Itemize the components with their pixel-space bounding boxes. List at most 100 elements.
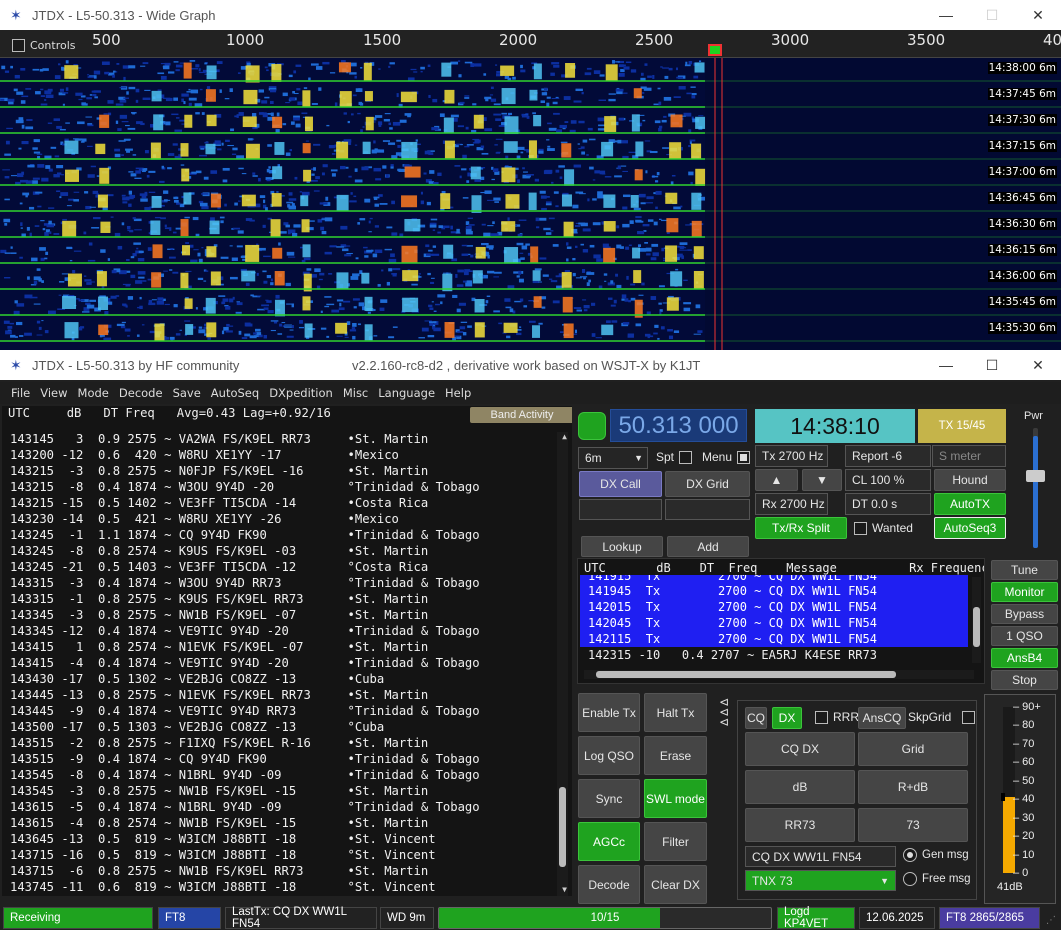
erase-button[interactable]: Erase — [644, 736, 707, 775]
decode-row[interactable]: 143545 -3 0.8 2575 ~ NW1B FS/K9EL -15 •S… — [10, 783, 480, 799]
decode-row[interactable]: 143445 -13 0.8 2575 ~ N1EVK FS/K9EL RR73… — [10, 687, 480, 703]
73-button[interactable]: 73 — [858, 808, 968, 842]
cq-button[interactable]: CQ — [745, 707, 767, 729]
enable-tx-button[interactable]: Enable Tx — [578, 693, 640, 732]
dx-button[interactable]: DX — [772, 707, 802, 729]
free-msg-radio[interactable]: Free msg — [903, 872, 971, 886]
add-button[interactable]: Add — [667, 536, 749, 557]
scroll-down-icon[interactable]: ▼ — [562, 885, 567, 894]
stop-button[interactable]: Stop — [991, 670, 1058, 690]
halt-tx-button[interactable]: Halt Tx — [644, 693, 707, 732]
menu-file[interactable]: File — [6, 386, 35, 400]
tx-frequency-marker[interactable] — [708, 44, 722, 56]
menu-mode[interactable]: Mode — [73, 386, 114, 400]
scrollbar-thumb[interactable] — [559, 787, 566, 867]
dx-call-button[interactable]: DX Call — [579, 471, 662, 497]
anscq-button[interactable]: AnsCQ — [858, 707, 906, 729]
r-db-button[interactable]: R+dB — [858, 770, 968, 804]
dial-frequency[interactable]: 50.313 000 — [610, 409, 747, 442]
menu-dxpedition[interactable]: DXpedition — [264, 386, 338, 400]
free-msg-select[interactable]: TNX 73 ▼ — [745, 870, 896, 891]
scroll-up-icon[interactable]: ▲ — [562, 432, 567, 441]
decode-row[interactable]: 143200 -12 0.6 420 ~ W8RU XE1YY -17 •Mex… — [10, 447, 480, 463]
band-activity-button[interactable]: Band Activity — [470, 407, 572, 423]
controls-checkbox[interactable] — [12, 39, 25, 52]
list-item[interactable]: 142315 -10 0.4 2707 ~ EA5RJ K4ESE RR73 — [580, 647, 968, 663]
clear-dx-button[interactable]: Clear DX — [644, 865, 707, 904]
bypass-button[interactable]: Bypass — [991, 604, 1058, 624]
menu-language[interactable]: Language — [373, 386, 440, 400]
report-field[interactable]: Report -6 — [845, 445, 931, 467]
menu-misc[interactable]: Misc — [338, 386, 373, 400]
hound-button[interactable]: Hound — [934, 469, 1006, 491]
dt-field[interactable]: DT 0.0 s — [845, 493, 931, 515]
tx-rx-split-button[interactable]: Tx/Rx Split — [755, 517, 847, 539]
list-item[interactable]: 142045 Tx 2700 ~ CQ DX WW1L FN54 — [580, 615, 968, 631]
power-slider[interactable] — [1026, 428, 1045, 548]
filter-button[interactable]: Filter — [644, 822, 707, 861]
menu-decode[interactable]: Decode — [114, 386, 168, 400]
menu-toggle[interactable]: Menu — [702, 450, 751, 464]
decode-row[interactable]: 143645 -13 0.5 819 ~ W3ICM J88BTI -18 •S… — [10, 831, 480, 847]
close-icon[interactable]: ✕ — [1015, 350, 1061, 380]
dx-call-input[interactable] — [579, 499, 662, 520]
skpgrid-toggle[interactable]: SkpGrid — [908, 710, 976, 724]
menu-autoseq[interactable]: AutoSeq — [206, 386, 264, 400]
tx-freq-down-button[interactable]: ▼ — [802, 469, 842, 491]
decode-row[interactable]: 143615 -5 0.4 1874 ~ N1BRL 9Y4D -09 °Tri… — [10, 799, 480, 815]
hscrollbar[interactable] — [584, 670, 974, 679]
decode-row[interactable]: 143515 -2 0.8 2575 ~ F1IXQ FS/K9EL R-16 … — [10, 735, 480, 751]
list-item[interactable]: 141945 Tx 2700 ~ CQ DX WW1L FN54 — [580, 583, 968, 599]
decode-row[interactable]: 143230 -14 0.5 421 ~ W8RU XE1YY -26 •Mex… — [10, 511, 480, 527]
decode-row[interactable]: 143415 1 0.8 2574 ~ N1EVK FS/K9EL -07 •S… — [10, 639, 480, 655]
dx-grid-input[interactable] — [665, 499, 750, 520]
db-button[interactable]: dB — [745, 770, 855, 804]
power-slider-handle[interactable] — [1026, 470, 1045, 482]
decode-row[interactable]: 143345 -3 0.8 2575 ~ NW1B FS/K9EL -07 •S… — [10, 607, 480, 623]
decode-row[interactable]: 143615 -4 0.8 2574 ~ NW1B FS/K9EL -15 •S… — [10, 815, 480, 831]
dx-grid-button[interactable]: DX Grid — [665, 471, 750, 497]
autoseq3-button[interactable]: AutoSeq3 — [934, 517, 1006, 539]
close-icon[interactable]: ✕ — [1015, 0, 1061, 30]
minimize-icon[interactable]: — — [923, 0, 969, 30]
one-qso-button[interactable]: 1 QSO — [991, 626, 1058, 646]
sync-button[interactable]: Sync — [578, 779, 640, 818]
resize-grip-icon[interactable]: ⋰ — [1046, 915, 1056, 926]
menu-checkbox[interactable] — [737, 450, 751, 464]
free-msg-radio-icon[interactable] — [903, 872, 917, 886]
tx-slot-button[interactable]: TX 15/45 — [918, 409, 1006, 443]
decode-row[interactable]: 143430 -17 0.5 1302 ~ VE2BJG CO8ZZ -13 •… — [10, 671, 480, 687]
decode-row[interactable]: 143745 -11 0.6 819 ~ W3ICM J88BTI -18 °S… — [10, 879, 480, 895]
decode-row[interactable]: 143545 -8 0.4 1874 ~ N1BRL 9Y4D -09 •Tri… — [10, 767, 480, 783]
maximize-icon[interactable]: ☐ — [969, 0, 1015, 30]
decode-row[interactable]: 143215 -8 0.4 1874 ~ W3OU 9Y4D -20 °Trin… — [10, 479, 480, 495]
minimize-icon[interactable]: — — [923, 350, 969, 380]
skpgrid-checkbox[interactable] — [962, 710, 976, 724]
menu-help[interactable]: Help — [440, 386, 476, 400]
agcc-button[interactable]: AGCc — [578, 822, 640, 861]
decode-row[interactable]: 143445 -9 0.4 1874 ~ VE9TIC 9Y4D RR73 °T… — [10, 703, 480, 719]
decode-row[interactable]: 143245 -1 1.1 1874 ~ CQ 9Y4D FK90 •Trini… — [10, 527, 480, 543]
log-qso-button[interactable]: Log QSO — [578, 736, 640, 775]
tx-frequency-field[interactable]: Tx 2700 Hz — [755, 445, 828, 467]
menu-save[interactable]: Save — [168, 386, 206, 400]
band-select[interactable]: 6m ▼ — [578, 447, 648, 469]
cq-dx-button[interactable]: CQ DX — [745, 732, 855, 766]
decode-row[interactable]: 143245 -21 0.5 1403 ~ VE3FF TI5CDA -12 °… — [10, 559, 480, 575]
list-item[interactable]: 142115 Tx 2700 ~ CQ DX WW1L FN54 — [580, 631, 968, 647]
collapse-arrows-icon[interactable]: ⊲ ⊲ ⊲ — [713, 696, 735, 728]
wanted-toggle[interactable]: Wanted — [854, 521, 913, 535]
band-activity-list[interactable]: UTC dB DT Freq Avg=0.43 Lag=+0.92/16 Ban… — [2, 406, 572, 896]
waterfall[interactable]: 14:38:00 6m 14:37:45 6m 14:37:30 6m 14:37:1… — [0, 58, 1061, 350]
decode-row[interactable]: 143345 -12 0.4 1874 ~ VE9TIC 9Y4D -20 •T… — [10, 623, 480, 639]
rx-frequency-list[interactable]: UTC dB DT Freq Message Rx Frequency 1419… — [577, 558, 985, 684]
decode-row[interactable]: 143715 -16 0.5 819 ~ W3ICM J88BTI -18 °S… — [10, 847, 480, 863]
decode-scrollbar[interactable] — [557, 432, 568, 896]
decode-row[interactable]: 143315 -1 0.8 2575 ~ K9US FS/K9EL RR73 •… — [10, 591, 480, 607]
decode-row[interactable]: 143715 -6 0.8 2575 ~ NW1B FS/K9EL RR73 •… — [10, 863, 480, 879]
controls-toggle[interactable]: Controls — [12, 39, 76, 52]
ansb4-button[interactable]: AnsB4 — [991, 648, 1058, 668]
decode-row[interactable]: 143145 3 0.9 2575 ~ VA2WA FS/K9EL RR73 •… — [10, 431, 480, 447]
tx-freq-up-button[interactable]: ▲ — [755, 469, 798, 491]
spt-checkbox[interactable] — [679, 450, 693, 464]
